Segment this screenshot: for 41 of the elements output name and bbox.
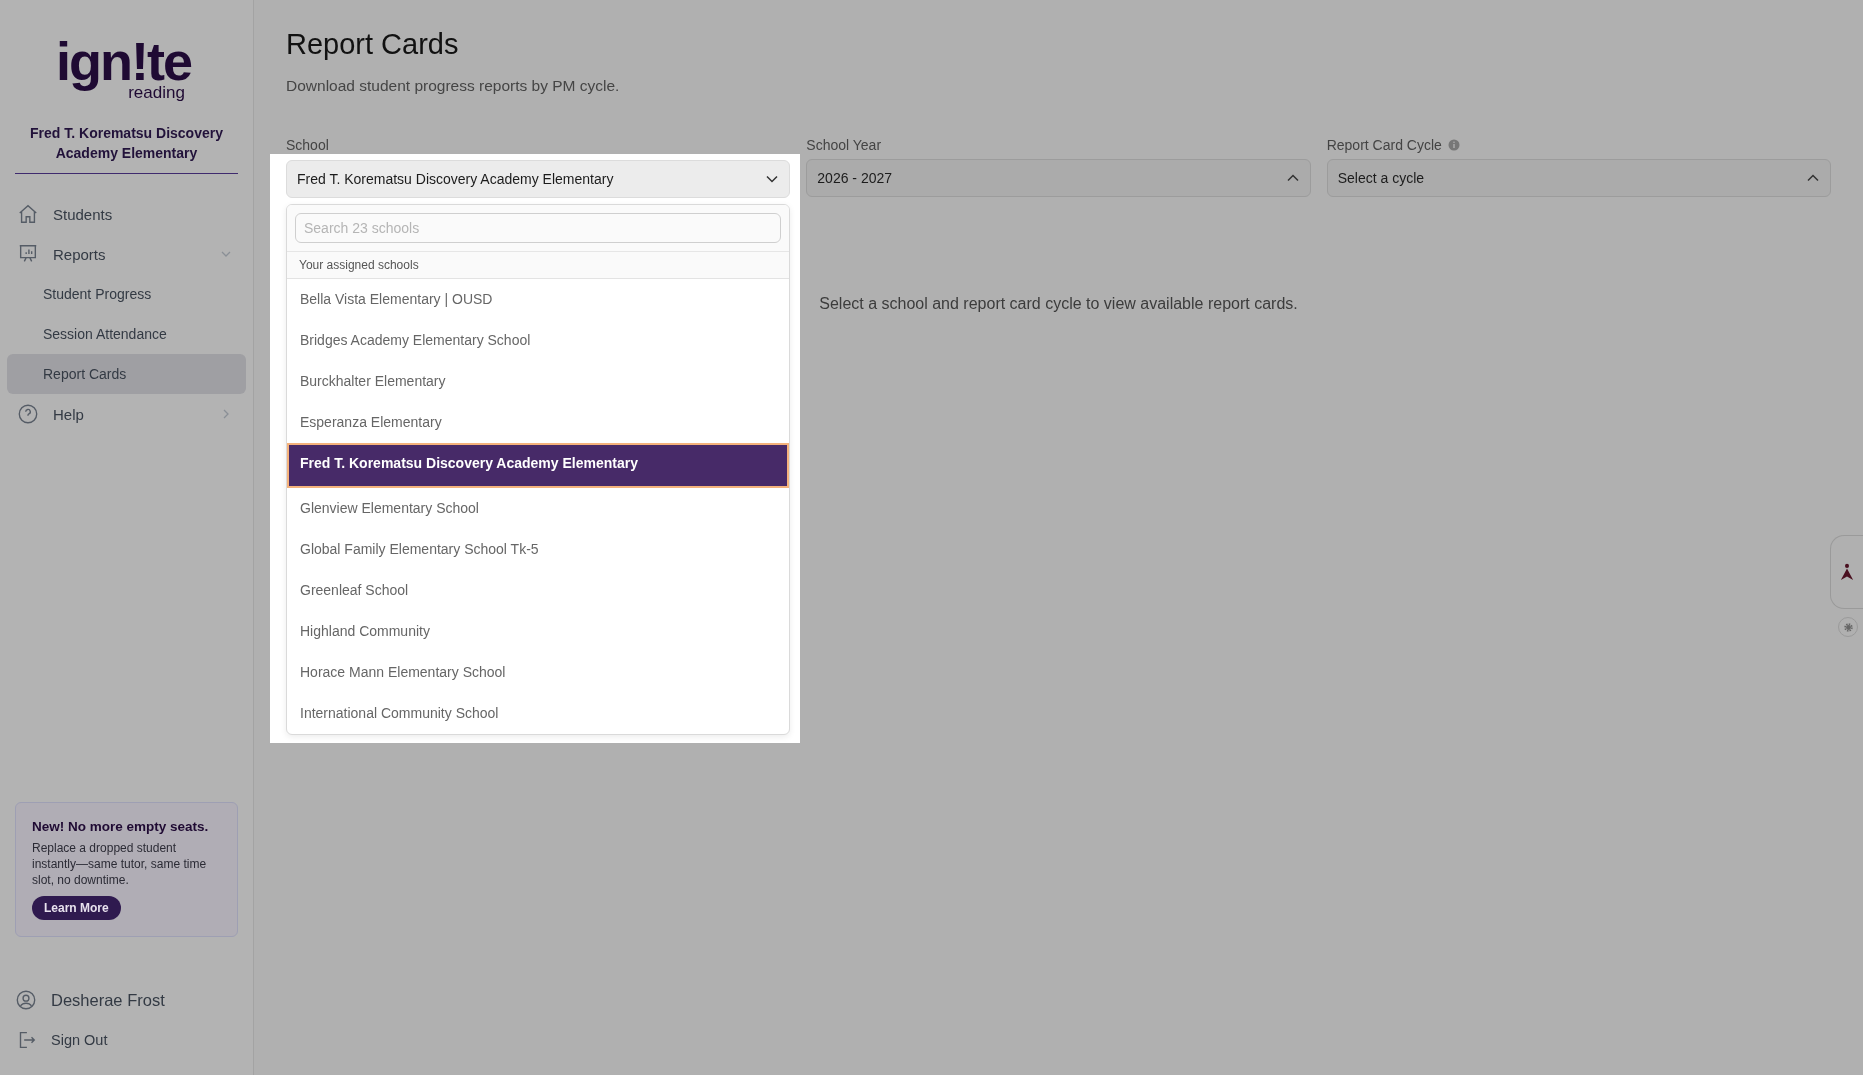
accessibility-tab[interactable] [1830, 535, 1863, 609]
learn-more-button[interactable]: Learn More [32, 896, 121, 920]
select-field[interactable]: Fred T. Korematsu Discovery Academy Elementary [286, 160, 791, 198]
nav-item[interactable]: Help [15, 394, 238, 434]
nav-item[interactable]: Students [15, 194, 238, 234]
dropdown-option[interactable]: International Community School [287, 693, 790, 734]
dropdown-option[interactable]: Highland Community [287, 611, 790, 652]
page-title: Report Cards [286, 28, 460, 61]
home-icon [17, 203, 39, 225]
field-label: Report Card Cycle [1326, 137, 1442, 153]
logo: ign!te reading [55, 34, 192, 101]
dropdown-option[interactable]: Bridges Academy Elementary School [287, 320, 790, 361]
dropdown-option[interactable]: Esperanza Elementary [287, 402, 790, 443]
promo-title: New! No more empty seats. [32, 819, 210, 834]
dropdown-option[interactable]: Bella Vista Elementary | OUSD [287, 279, 790, 320]
dropdown-option[interactable]: Burckhalter Elementary [287, 361, 790, 402]
person-icon [1840, 562, 1854, 582]
empty-state-message: Select a school and report card cycle to view available report cards. [819, 295, 1298, 313]
group-header: Your assigned schools [287, 252, 790, 279]
select-field[interactable]: Select a cycle [1326, 159, 1831, 197]
dropdown-option[interactable]: Fred T. Korematsu Discovery Academy Elementary [287, 443, 790, 488]
promo-text: Replace a dropped student instantly—same tutor, same time slot, no downtime. [32, 840, 208, 888]
page-subtitle: Download student progress reports by PM cycle. [286, 77, 621, 95]
dropdown-option[interactable]: Greenleaf School [287, 570, 790, 611]
school-name: Fred T. Korematsu Discovery Academy Elementary [15, 123, 238, 174]
field-label: School Year [806, 137, 882, 153]
dropdown-option[interactable]: Horace Mann Elementary School [287, 652, 790, 693]
user-icon [15, 989, 37, 1011]
nav-subitem[interactable]: Report Cards [7, 354, 246, 394]
dropdown-option[interactable]: Global Family Elementary School Tk-5 [287, 529, 790, 570]
field-label: School [286, 137, 329, 153]
nav-item[interactable]: Reports [15, 234, 238, 274]
help-icon [17, 403, 39, 425]
search-field[interactable]: Search 23 schools [295, 213, 782, 243]
select-field[interactable]: 2026 - 2027 [806, 159, 1311, 197]
nav-subitem[interactable]: Session Attendance [7, 314, 246, 354]
nav-subitem[interactable]: Student Progress [7, 274, 246, 314]
settings-icon [1842, 621, 1854, 633]
sign-out-link[interactable]: Sign Out [15, 1025, 238, 1055]
dropdown-option[interactable]: Glenview Elementary School [287, 488, 790, 529]
user-name: Desherae Frost [51, 990, 165, 1010]
